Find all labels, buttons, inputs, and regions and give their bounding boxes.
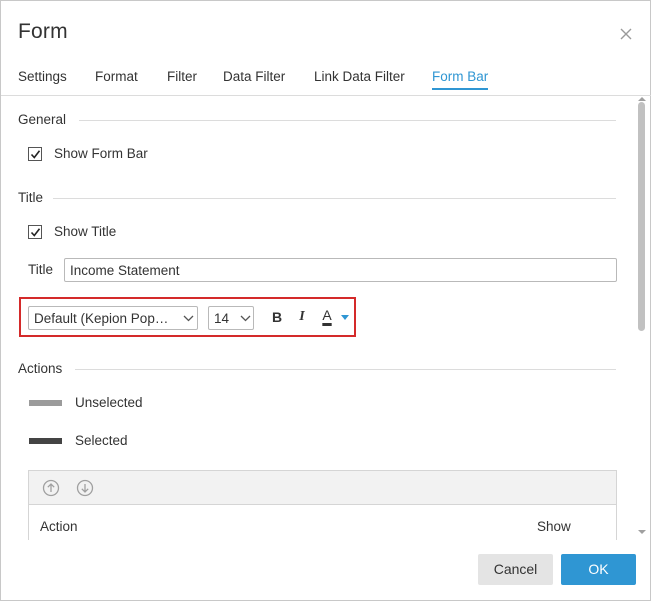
tab-data-filter[interactable]: Data Filter [223, 69, 285, 88]
checkmark-icon [30, 228, 41, 237]
dialog-title: Form [18, 20, 68, 43]
ok-button[interactable]: OK [561, 554, 636, 585]
title-divider [53, 198, 616, 199]
move-up-icon[interactable] [42, 479, 60, 497]
actions-heading: Actions [18, 361, 63, 376]
title-input[interactable] [64, 258, 617, 282]
scrollbar-thumb[interactable] [638, 102, 645, 331]
actions-grid: Action Show [28, 470, 617, 540]
unselected-swatch [29, 400, 62, 406]
caret-down-icon[interactable] [341, 315, 349, 321]
close-icon[interactable] [617, 25, 635, 43]
unselected-label: Unselected [75, 395, 143, 410]
tab-settings[interactable]: Settings [18, 69, 67, 88]
checkmark-icon [30, 150, 41, 159]
form-bar-panel: General Show Form Bar Title Show Title T… [1, 96, 633, 540]
tab-filter[interactable]: Filter [167, 69, 197, 88]
font-color-button[interactable]: A [317, 307, 337, 327]
italic-button[interactable]: I [293, 307, 311, 327]
font-family-value: Default (Kepion Pop… [34, 311, 169, 326]
title-font-toolbar: Default (Kepion Pop… 14 B I A [19, 297, 356, 337]
show-title-label: Show Title [54, 224, 117, 239]
chevron-down-icon [183, 315, 194, 322]
move-down-icon[interactable] [76, 479, 94, 497]
selected-swatch [29, 438, 62, 444]
font-size-value: 14 [214, 311, 230, 326]
column-header-action[interactable]: Action [40, 519, 78, 534]
title-field-label: Title [28, 262, 54, 277]
font-family-select[interactable]: Default (Kepion Pop… [28, 306, 198, 330]
chevron-down-icon [240, 315, 251, 322]
column-header-show[interactable]: Show [537, 519, 571, 534]
form-dialog: Form Settings Format Filter Data Filter … [0, 0, 651, 601]
general-divider [79, 120, 616, 121]
actions-grid-toolbar [29, 471, 616, 505]
title-heading: Title [18, 190, 44, 205]
show-title-checkbox[interactable] [28, 225, 42, 239]
font-size-select[interactable]: 14 [208, 306, 254, 330]
actions-divider [75, 369, 616, 370]
content-scrollbar[interactable] [633, 96, 651, 540]
cancel-button[interactable]: Cancel [478, 554, 553, 585]
scroll-down-icon[interactable] [637, 528, 647, 536]
show-form-bar-label: Show Form Bar [54, 146, 148, 161]
tab-form-bar[interactable]: Form Bar [432, 69, 489, 90]
tab-format[interactable]: Format [95, 69, 138, 88]
tab-link-data-filter[interactable]: Link Data Filter [314, 69, 405, 88]
bold-button[interactable]: B [268, 307, 286, 327]
general-heading: General [18, 112, 67, 127]
show-form-bar-checkbox[interactable] [28, 147, 42, 161]
selected-label: Selected [75, 433, 128, 448]
